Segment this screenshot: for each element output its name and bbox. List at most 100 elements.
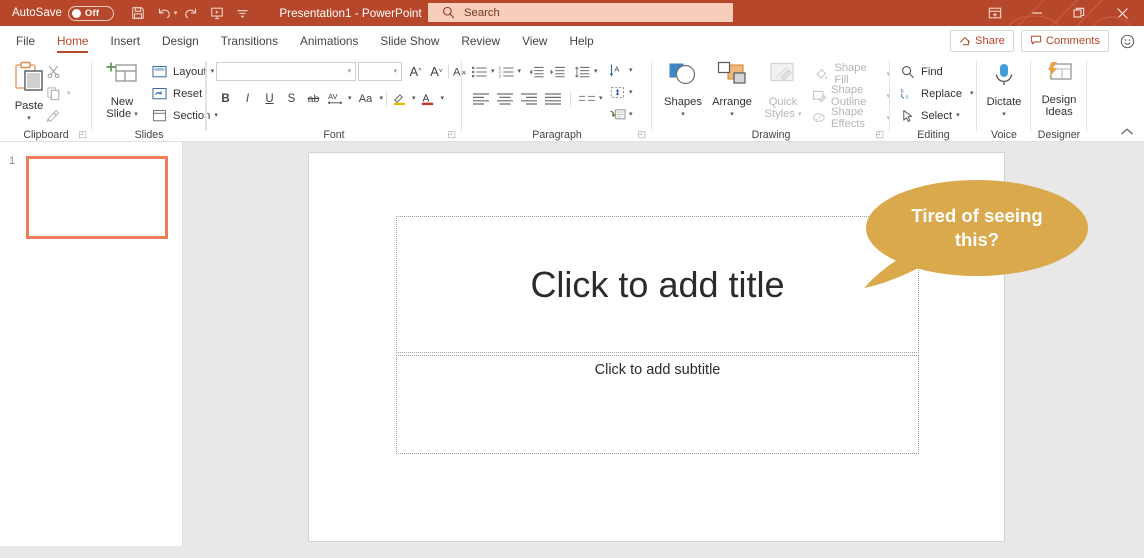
clipboard-dialog-launcher[interactable]: ◰ — [78, 129, 87, 140]
share-button[interactable]: Share — [950, 30, 1014, 52]
shape-outline-icon — [812, 87, 827, 106]
undo-dropdown-caret-icon[interactable]: ▾ — [174, 9, 178, 17]
font-size-dropdown-caret-icon[interactable]: ▾ — [393, 68, 397, 75]
design-ideas-button[interactable]: Design Ideas — [1034, 61, 1084, 118]
paragraph-alignment-controls: ▾ — [470, 89, 603, 108]
new-slide-icon — [106, 61, 138, 96]
convert-to-smartart-button[interactable]: ▾ — [608, 105, 633, 124]
numbering-icon[interactable]: 123 — [497, 62, 516, 81]
ribbon-display-options-icon[interactable] — [974, 0, 1016, 26]
align-left-icon[interactable] — [470, 89, 492, 108]
tab-design[interactable]: Design — [151, 27, 210, 55]
select-dropdown-caret-icon[interactable]: ▾ — [956, 112, 960, 119]
change-case-button[interactable]: Aa — [355, 89, 377, 108]
font-size-input[interactable]: ▾ — [358, 62, 402, 81]
change-case-dropdown-caret-icon[interactable]: ▾ — [380, 95, 384, 102]
save-icon[interactable] — [126, 2, 151, 24]
comments-button[interactable]: Comments — [1020, 30, 1109, 52]
bullets-dropdown-caret-icon[interactable]: ▾ — [491, 68, 495, 75]
text-highlight-dropdown-caret-icon[interactable]: ▾ — [412, 95, 416, 102]
justify-icon[interactable] — [542, 89, 564, 108]
slide-thumbnail-1[interactable] — [26, 156, 168, 239]
character-spacing-button[interactable]: AV — [326, 89, 345, 108]
arrange-button[interactable]: Arrange ▾ — [708, 61, 756, 118]
find-button[interactable]: Find — [898, 62, 943, 81]
font-name-dropdown-caret-icon[interactable]: ▾ — [347, 68, 351, 75]
tab-help[interactable]: Help — [558, 27, 604, 55]
copy-dropdown-caret-icon[interactable]: ▾ — [67, 90, 71, 97]
copy-button[interactable]: ▾ — [44, 84, 71, 103]
text-highlight-color-button[interactable] — [390, 89, 409, 108]
search-box[interactable]: Search — [428, 3, 733, 22]
replace-dropdown-caret-icon[interactable]: ▾ — [970, 90, 974, 97]
quick-styles-icon — [767, 61, 799, 96]
tab-animations[interactable]: Animations — [289, 27, 369, 55]
decrease-font-size-icon[interactable]: A ˅ — [427, 62, 446, 81]
arrange-dropdown-caret-icon[interactable]: ▾ — [730, 111, 734, 118]
autosave-toggle-knob — [71, 8, 81, 18]
collapse-ribbon-chevron-icon[interactable] — [1120, 127, 1134, 140]
shapes-button[interactable]: Shapes ▾ — [660, 61, 706, 118]
close-icon[interactable] — [1100, 0, 1144, 26]
bullets-icon[interactable] — [470, 62, 489, 81]
drawing-dialog-launcher[interactable]: ◰ — [875, 129, 884, 140]
shapes-dropdown-caret-icon[interactable]: ▾ — [681, 111, 685, 118]
select-cursor-icon — [898, 106, 917, 125]
align-text-button[interactable]: ▾ — [608, 83, 633, 102]
format-painter-button[interactable] — [44, 106, 63, 125]
autosave-toggle[interactable]: Off — [67, 5, 114, 21]
bold-button[interactable]: B — [216, 89, 235, 108]
decrease-indent-icon[interactable] — [527, 62, 546, 81]
customize-quick-access-toolbar-icon[interactable] — [230, 2, 255, 24]
start-presentation-icon[interactable] — [204, 2, 229, 24]
columns-dropdown-caret-icon[interactable]: ▾ — [599, 95, 603, 102]
align-center-icon[interactable] — [494, 89, 516, 108]
tab-view[interactable]: View — [511, 27, 558, 55]
paragraph-list-controls: ▾ 123 ▾ ▾ — [470, 62, 598, 81]
tab-slide-show[interactable]: Slide Show — [369, 27, 450, 55]
minimize-icon[interactable] — [1016, 0, 1058, 26]
character-spacing-dropdown-caret-icon[interactable]: ▾ — [348, 95, 352, 102]
smartart-dropdown-caret-icon[interactable]: ▾ — [629, 111, 633, 118]
tab-file[interactable]: File — [5, 27, 46, 55]
font-color-dropdown-caret-icon[interactable]: ▾ — [441, 95, 445, 102]
increase-indent-icon[interactable] — [548, 62, 567, 81]
italic-button[interactable]: I — [238, 89, 257, 108]
font-dialog-launcher[interactable]: ◰ — [447, 129, 456, 140]
line-spacing-icon[interactable] — [573, 62, 592, 81]
tab-review[interactable]: Review — [450, 27, 511, 55]
tab-transitions[interactable]: Transitions — [210, 27, 289, 55]
text-direction-dropdown-caret-icon[interactable]: ▾ — [629, 67, 633, 74]
font-name-input[interactable]: ▾ — [216, 62, 356, 81]
reset-button[interactable]: Reset — [150, 84, 202, 103]
paragraph-dialog-launcher[interactable]: ◰ — [637, 129, 646, 140]
underline-button[interactable]: U — [260, 89, 279, 108]
title-placeholder[interactable]: Click to add title — [396, 216, 919, 353]
font-color-button[interactable]: A — [419, 89, 438, 108]
layout-label: Layout — [173, 65, 207, 78]
smiley-face-icon[interactable] — [1116, 30, 1138, 52]
align-right-icon[interactable] — [518, 89, 540, 108]
tab-insert[interactable]: Insert — [99, 27, 151, 55]
redo-icon[interactable] — [178, 2, 203, 24]
tab-home[interactable]: Home — [46, 27, 99, 55]
numbering-dropdown-caret-icon[interactable]: ▾ — [518, 68, 522, 75]
dictate-dropdown-caret-icon[interactable]: ▾ — [1002, 111, 1006, 118]
align-text-dropdown-caret-icon[interactable]: ▾ — [629, 89, 633, 96]
line-spacing-dropdown-caret-icon[interactable]: ▾ — [594, 68, 598, 75]
cut-button[interactable] — [44, 62, 63, 81]
restore-icon[interactable] — [1058, 0, 1100, 26]
paste-dropdown-caret-icon[interactable]: ▾ — [27, 115, 31, 122]
subtitle-placeholder[interactable]: Click to add subtitle — [396, 355, 919, 454]
increase-font-size-icon[interactable]: A ^ — [406, 62, 425, 81]
columns-icon[interactable] — [577, 89, 597, 108]
select-button[interactable]: Select ▾ — [898, 106, 960, 125]
replace-button[interactable]: bc Replace ▾ — [898, 84, 974, 103]
text-shadow-button[interactable]: S — [282, 89, 301, 108]
strikethrough-button[interactable]: ab — [304, 89, 323, 108]
ribbon-group-designer: Design Ideas Designer — [1031, 56, 1087, 142]
dictate-button[interactable]: Dictate ▾ — [980, 61, 1028, 118]
new-slide-dropdown-caret-icon[interactable]: ▾ — [134, 111, 138, 118]
text-direction-button[interactable]: A ▾ — [608, 61, 633, 80]
new-slide-button[interactable]: New Slide ▾ — [98, 61, 146, 120]
